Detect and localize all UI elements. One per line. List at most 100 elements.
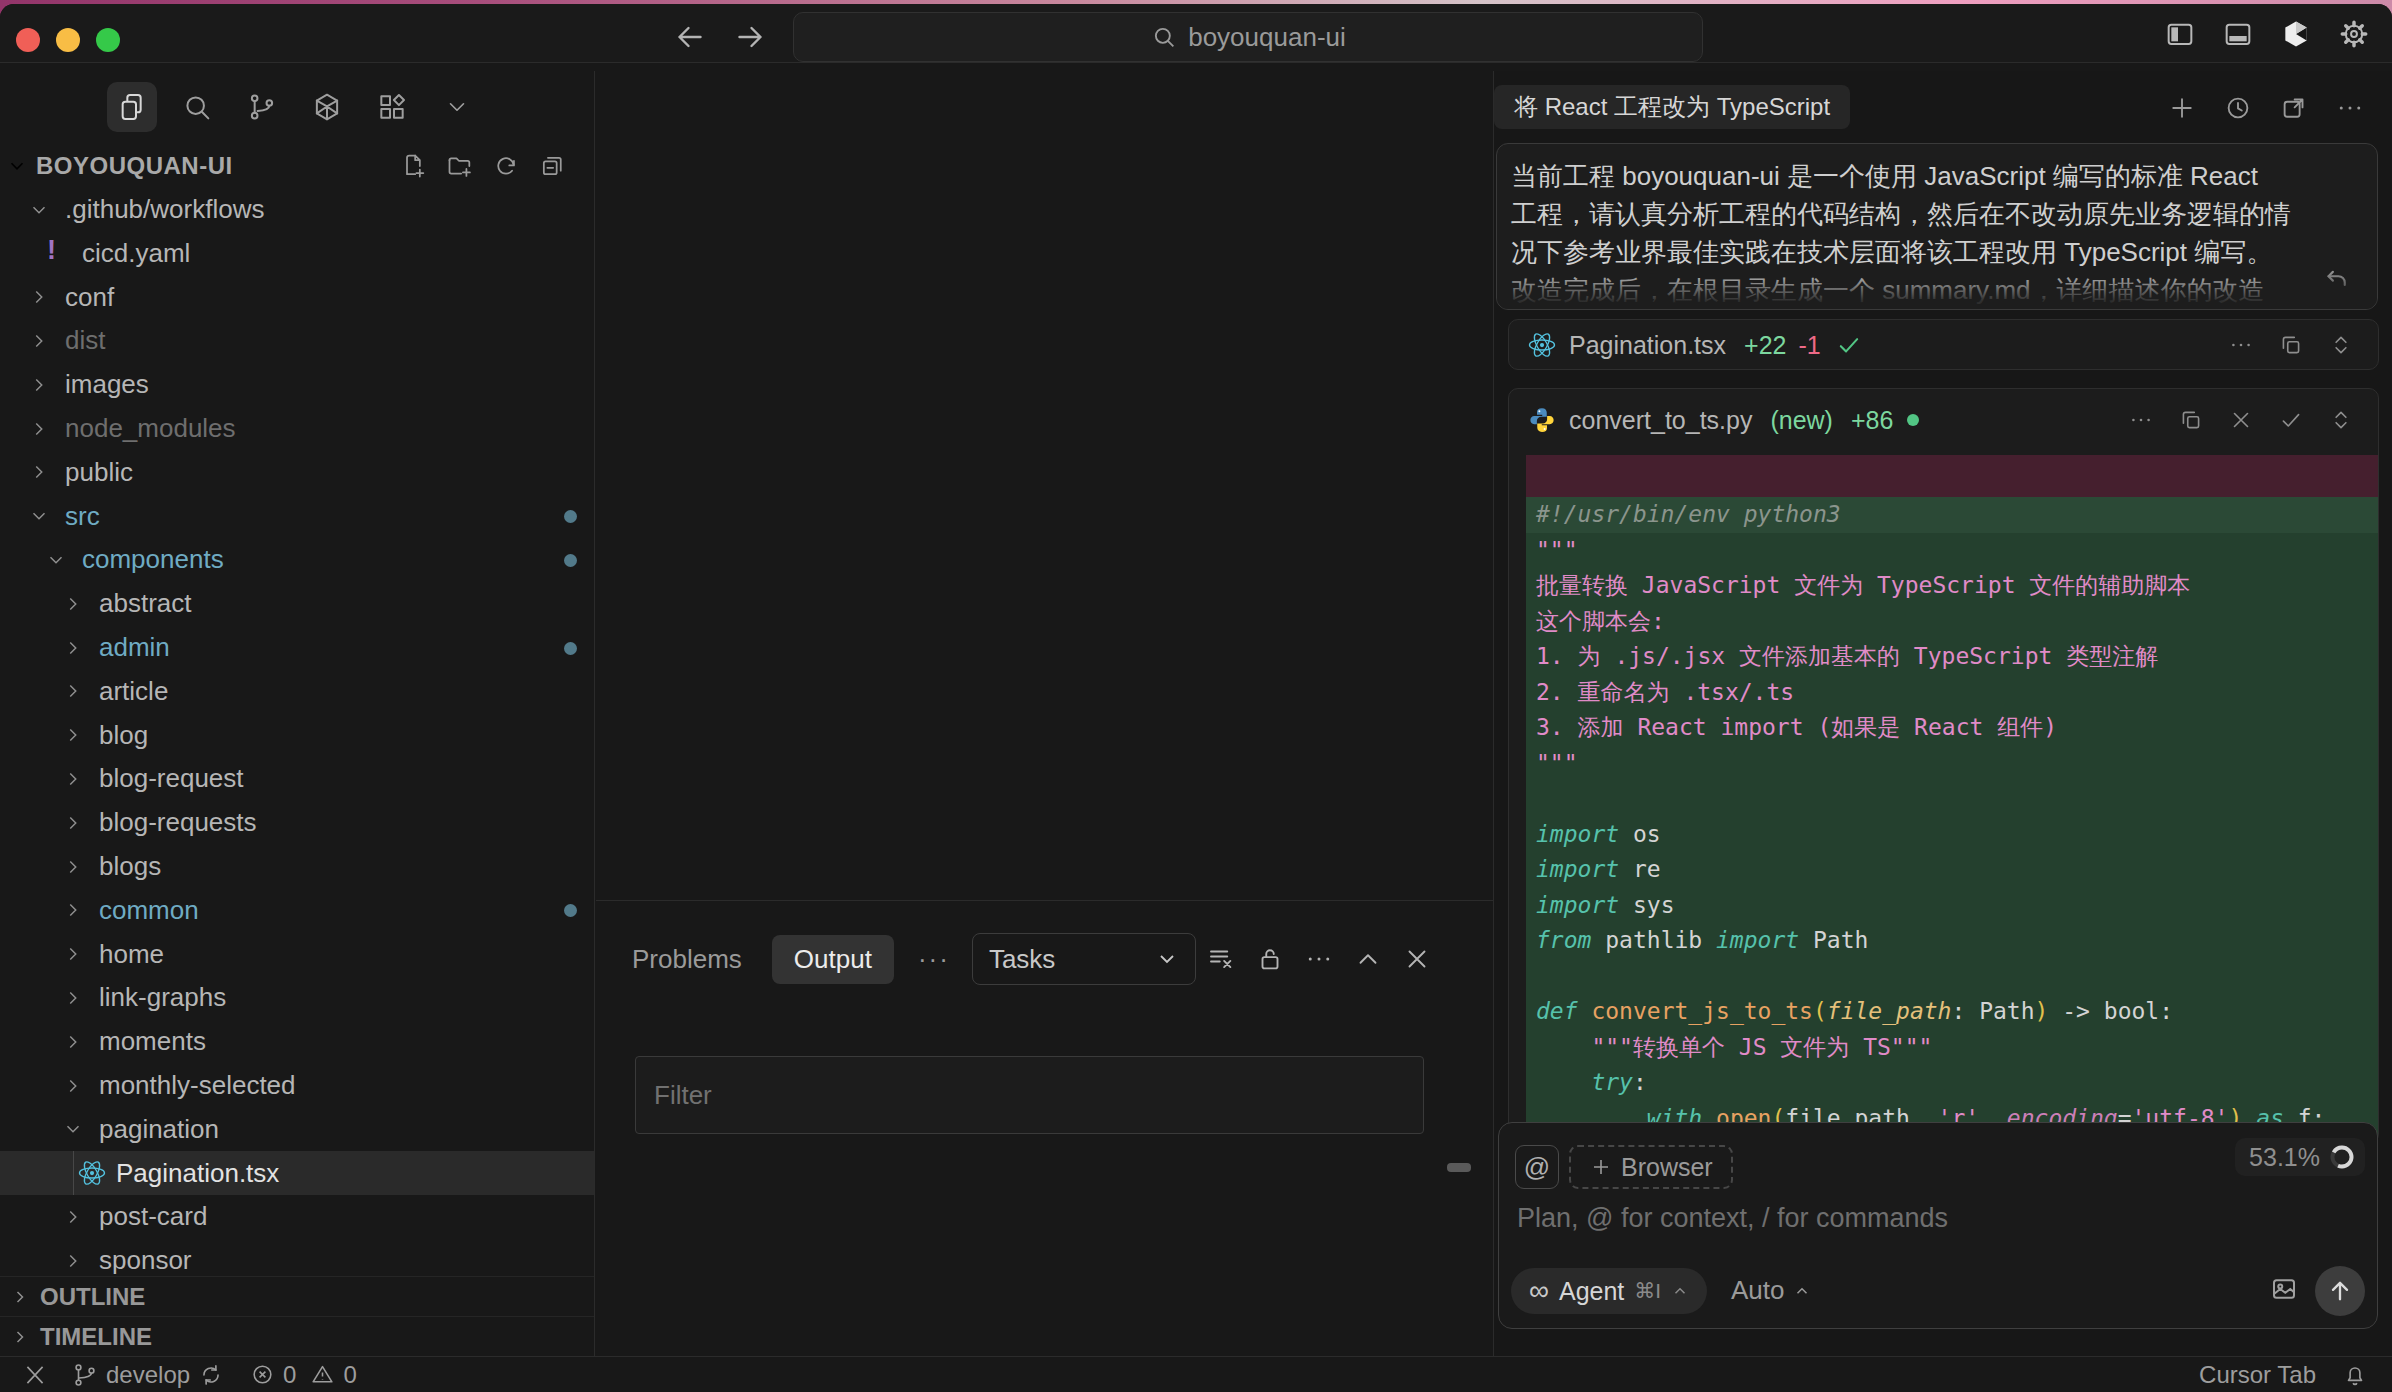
close-icon[interactable] [2228,407,2254,433]
clear-output-icon[interactable] [1206,944,1236,974]
problems-status-item[interactable]: 0 0 [250,1361,357,1389]
collapse-all-icon[interactable] [538,152,566,180]
tree-item-post-card[interactable]: post-card [0,1195,594,1239]
forward-arrow-icon[interactable] [732,19,768,55]
lock-icon[interactable] [1255,944,1285,974]
tree-item-pagination[interactable]: pagination [0,1107,594,1151]
bottom-panel: Problems Output ··· Tasks Filter [596,900,1493,1356]
search-icon[interactable] [172,82,222,132]
chevron-right-icon [28,418,50,440]
expand-icon[interactable] [2328,332,2354,358]
new-file-icon[interactable] [400,152,428,180]
tree-item-article[interactable]: article [0,669,594,713]
tree-item-admin[interactable]: admin [0,626,594,670]
chat-panel: 将 React 工程改为 TypeScript 当前工程 boyouquan-u… [1493,71,2391,1356]
chat-tab-title[interactable]: 将 React 工程改为 TypeScript [1494,85,1850,129]
git-branch-item[interactable]: develop [72,1361,224,1389]
extensions-icon[interactable] [367,82,417,132]
output-channel-dropdown[interactable]: Tasks [972,933,1196,985]
more-icon[interactable] [2228,332,2254,358]
tab-output[interactable]: Output [772,935,894,984]
more-icon[interactable] [1304,944,1334,974]
outline-section-header[interactable]: OUTLINE [0,1276,594,1316]
chevron-down-icon[interactable] [432,82,482,132]
model-selector[interactable]: Auto [1731,1275,1811,1306]
agent-mode-selector[interactable]: ∞ Agent ⌘I [1511,1268,1707,1314]
close-icon[interactable] [1402,944,1432,974]
tree-item-public[interactable]: public [0,450,594,494]
sync-icon [198,1362,224,1388]
explorer-header[interactable]: BOYOUQUAN-UI [0,144,594,188]
tree-item-cicd-yaml[interactable]: !cicd.yaml [0,231,594,275]
tree-item-node-modules[interactable]: node_modules [0,407,594,451]
diff-card-convert-script[interactable]: convert_to_ts.py (new) +86 #!/usr/bin/en… [1508,388,2379,1144]
close-window-button[interactable] [16,28,40,52]
send-button[interactable] [2315,1266,2365,1316]
image-attach-icon[interactable] [2269,1274,2299,1304]
back-arrow-icon[interactable] [672,19,708,55]
refresh-icon[interactable] [492,152,520,180]
at-mention-button[interactable]: @ [1515,1145,1559,1189]
layout-sidebar-icon[interactable] [2164,18,2196,50]
open-in-editor-icon[interactable] [2279,93,2309,123]
tree-item-sponsor[interactable]: sponsor [0,1239,594,1279]
settings-gear-icon[interactable] [2338,18,2370,50]
chat-input-placeholder[interactable]: Plan, @ for context, / for commands [1517,1203,1948,1234]
tree-item-abstract[interactable]: abstract [0,582,594,626]
timeline-section-header[interactable]: TIMELINE [0,1316,594,1356]
tree-item-pagination-tsx[interactable]: Pagination.tsx [0,1151,594,1195]
code-line: def convert_js_to_ts(file_path: Path) ->… [1526,994,2378,1030]
tree-item-blog[interactable]: blog [0,713,594,757]
more-icon[interactable] [2335,93,2365,123]
copy-icon[interactable] [2178,407,2204,433]
plus-icon[interactable] [2167,93,2197,123]
tab-problems[interactable]: Problems [632,944,742,975]
chevron-up-icon[interactable] [1353,944,1383,974]
code-diff-block: #!/usr/bin/env python3"""批量转换 JavaScript… [1526,455,2378,1143]
files-icon[interactable] [107,82,157,132]
more-icon[interactable] [2128,407,2154,433]
history-icon[interactable] [2223,93,2253,123]
chat-input-box[interactable]: @ Browser 53.1% Plan, @ for context, / f… [1498,1122,2378,1329]
maximize-window-button[interactable] [96,28,120,52]
diff-card-pagination[interactable]: Pagination.tsx +22 -1 [1508,319,2379,370]
undo-icon[interactable] [2321,265,2351,295]
chevron-right-icon [62,856,84,878]
tree-item--github-workflows[interactable]: .github/workflows [0,188,594,232]
tree-item-common[interactable]: common [0,888,594,932]
error-icon [250,1362,275,1387]
activity-bar [0,82,594,132]
browser-chip-button[interactable]: Browser [1569,1145,1733,1189]
copy-icon[interactable] [2278,332,2304,358]
search-input[interactable]: boyouquan-ui [793,12,1703,62]
tree-item-conf[interactable]: conf [0,275,594,319]
layout-panel-icon[interactable] [2222,18,2254,50]
tree-item-monthly-selected[interactable]: monthly-selected [0,1064,594,1108]
bell-icon[interactable] [2342,1362,2368,1388]
scrollbar-thumb[interactable] [1447,1163,1471,1172]
source-control-icon[interactable] [237,82,287,132]
status-bar: develop 0 0 Cursor Tab [0,1356,2392,1392]
remote-indicator-icon[interactable] [22,1362,48,1388]
tree-item-components[interactable]: components [0,538,594,582]
tree-item-dist[interactable]: dist [0,319,594,363]
filter-input[interactable]: Filter [635,1056,1424,1134]
cursor-tab-status[interactable]: Cursor Tab [2199,1361,2316,1389]
minimize-window-button[interactable] [56,28,80,52]
chevron-right-icon [10,1287,30,1307]
tree-item-blog-request[interactable]: blog-request [0,757,594,801]
cube-icon[interactable] [302,82,352,132]
tree-item-blogs[interactable]: blogs [0,845,594,889]
tree-item-src[interactable]: src [0,494,594,538]
tree-item-home[interactable]: home [0,932,594,976]
check-icon[interactable] [2278,407,2304,433]
new-folder-icon[interactable] [446,152,474,180]
cursor-logo-icon[interactable] [2280,18,2312,50]
expand-icon[interactable] [2328,407,2354,433]
tree-item-images[interactable]: images [0,363,594,407]
tree-item-blog-requests[interactable]: blog-requests [0,801,594,845]
chevron-down-icon [6,155,28,177]
more-tabs-icon[interactable]: ··· [918,944,950,975]
tree-item-moments[interactable]: moments [0,1020,594,1064]
tree-item-link-graphs[interactable]: link-graphs [0,976,594,1020]
